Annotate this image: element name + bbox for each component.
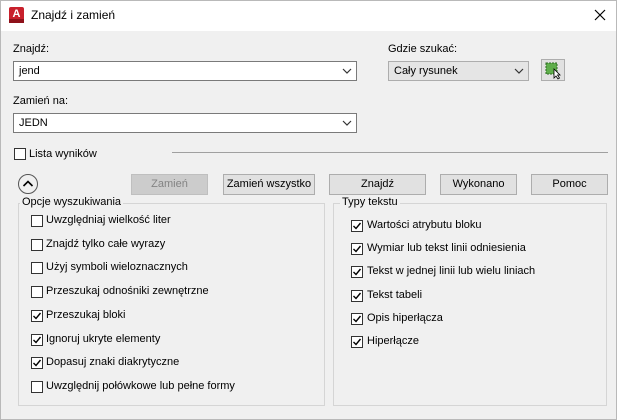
select-objects-button[interactable] [541,59,565,81]
collapse-button[interactable] [18,174,38,194]
text-types-title: Typy tekstu [340,196,400,208]
done-button[interactable]: Wykonano [440,174,517,195]
search-options-group [18,203,325,406]
autocad-logo-icon: A [9,7,24,23]
chevron-down-icon [342,120,352,126]
text-type-checkbox[interactable] [351,289,363,302]
search-option-checkbox[interactable] [31,238,43,251]
search-option-checkbox[interactable] [31,262,43,275]
replace-combo[interactable]: JEDN [13,113,357,133]
text-type-label: Opis hiperłącza [367,311,443,324]
chevron-up-icon [22,180,34,187]
search-option-label: Użyj symboli wieloznacznych [46,261,188,274]
text-type-label: Hiperłącze [367,335,419,347]
results-list-checkbox[interactable] [14,148,26,160]
search-option-checkbox[interactable] [31,309,43,322]
select-objects-icon [545,62,561,80]
text-type-label: Wartości atrybutu bloku [367,219,482,231]
replace-value: JEDN [19,117,48,129]
text-type-label: Wymiar lub tekst linii odniesienia [367,242,526,255]
search-options-title: Opcje wyszukiwania [20,196,124,208]
search-option-label: Znajdź tylko całe wyrazy [46,237,166,250]
text-type-label: Tekst tabeli [367,288,423,301]
text-type-checkbox[interactable] [351,336,363,348]
search-option-label: Przeszukaj odnośniki zewnętrzne [46,285,209,298]
search-option-label: Przeszukaj bloki [46,308,126,321]
search-option-checkbox[interactable] [31,357,43,370]
text-type-checkbox[interactable] [351,220,363,232]
search-option-checkbox[interactable] [31,380,43,393]
text-type-checkbox[interactable] [351,312,363,325]
search-option-checkbox[interactable] [31,215,43,227]
find-value: jend [19,65,40,77]
search-option-checkbox[interactable] [31,333,43,346]
replace-all-button[interactable]: Zamień wszystko [223,174,315,195]
find-label: Znajdź: [13,43,50,55]
divider [172,152,608,153]
chevron-down-icon [342,68,352,74]
help-button[interactable]: Pomoc [531,174,608,195]
text-types-group [333,203,607,406]
close-icon[interactable] [592,7,608,23]
replace-button[interactable]: Zamień [131,174,208,195]
search-option-label: Dopasuj znaki diakrytyczne [46,356,180,369]
text-type-checkbox[interactable] [351,243,363,256]
text-type-label: Tekst w jednej linii lub wielu liniach [367,265,536,278]
search-option-label: Uwzględniaj wielkość liter [46,214,171,226]
where-combo[interactable]: Cały rysunek [388,61,529,81]
where-value: Cały rysunek [394,65,458,77]
replace-label: Zamień na: [13,95,69,107]
search-option-label: Ignoruj ukryte elementy [46,332,161,345]
find-combo[interactable]: jend [13,61,357,81]
search-option-checkbox[interactable] [31,286,43,299]
results-list-label: Lista wyników [29,148,97,160]
where-label: Gdzie szukać: [388,43,458,55]
find-button[interactable]: Znajdź [329,174,426,195]
text-type-checkbox[interactable] [351,266,363,279]
search-option-label: Uwzględnij połówkowe lub pełne formy [46,379,235,392]
window-title: Znajdź i zamień [31,8,116,22]
chevron-down-icon [514,68,524,74]
